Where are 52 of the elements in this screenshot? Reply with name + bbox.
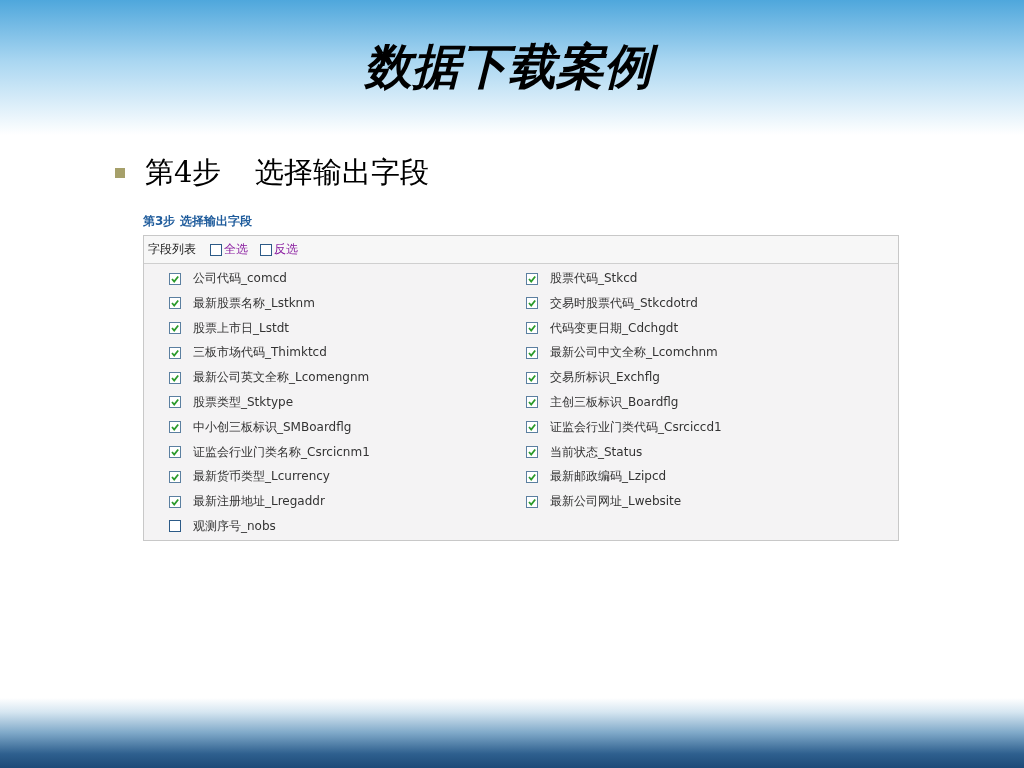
field-checkbox[interactable] bbox=[169, 396, 181, 409]
slide-title: 数据下载案例 bbox=[360, 36, 664, 99]
field-checkbox[interactable] bbox=[169, 446, 181, 459]
field-label: 最新注册地址_Lregaddr bbox=[193, 493, 325, 511]
field-label: 股票类型_Stktype bbox=[193, 394, 294, 411]
field-label: 股票上市日_Lstdt bbox=[193, 319, 289, 337]
field-label: 最新股票名称_Lstknm bbox=[193, 294, 315, 312]
select-all-link[interactable]: 全选 bbox=[224, 241, 248, 258]
field-checkbox[interactable] bbox=[526, 322, 538, 335]
field-label: 公司代码_comcd bbox=[193, 270, 287, 287]
field-checkbox[interactable] bbox=[526, 421, 538, 434]
bullet-text: 选择输出字段 bbox=[255, 154, 430, 191]
list-label: 字段列表 bbox=[148, 241, 196, 258]
field-checkbox[interactable] bbox=[169, 346, 181, 359]
field-checkbox[interactable] bbox=[169, 322, 181, 335]
field-label: 观测序号_nobs bbox=[193, 517, 276, 535]
field-label: 主创三板标识_Boardflg bbox=[550, 394, 679, 411]
field-checkbox[interactable] bbox=[526, 446, 538, 459]
field-checkbox[interactable] bbox=[169, 297, 181, 310]
invert-select-checkbox[interactable] bbox=[260, 243, 272, 256]
field-label: 交易所标识_Exchflg bbox=[550, 369, 660, 387]
field-label: 最新公司网址_Lwebsite bbox=[550, 493, 682, 511]
field-label: 最新公司英文全称_Lcomengnm bbox=[193, 369, 370, 387]
step-label: 第4步 bbox=[145, 154, 222, 191]
field-label: 当前状态_Status bbox=[550, 443, 643, 461]
field-checkbox[interactable] bbox=[169, 272, 181, 285]
field-checkbox[interactable] bbox=[526, 346, 538, 359]
field-checkbox[interactable] bbox=[526, 297, 538, 310]
field-label: 最新公司中文全称_Lcomchnm bbox=[550, 344, 718, 362]
select-all-checkbox[interactable] bbox=[210, 243, 222, 256]
bullet-icon bbox=[115, 168, 125, 178]
field-checkbox[interactable] bbox=[169, 421, 181, 434]
field-checkbox[interactable] bbox=[526, 396, 538, 409]
field-label: 最新货币类型_Lcurrency bbox=[193, 468, 330, 486]
field-checkbox[interactable] bbox=[526, 371, 538, 384]
field-label: 交易时股票代码_Stkcdotrd bbox=[550, 294, 698, 312]
field-label: 证监会行业门类代码_Csrciccd1 bbox=[550, 418, 722, 436]
field-checkbox[interactable] bbox=[526, 495, 538, 508]
panel-title: 第3步 选择输出字段 bbox=[143, 213, 253, 230]
field-label: 代码变更日期_Cdchgdt bbox=[550, 319, 679, 337]
field-checkbox[interactable] bbox=[526, 470, 538, 483]
field-checkbox[interactable] bbox=[526, 272, 538, 285]
field-label: 证监会行业门类名称_Csrcicnm1 bbox=[193, 443, 370, 461]
field-label: 最新邮政编码_Lzipcd bbox=[550, 468, 667, 486]
field-checkbox[interactable] bbox=[169, 470, 181, 483]
field-checkbox[interactable] bbox=[169, 371, 181, 384]
field-label: 股票代码_Stkcd bbox=[550, 270, 638, 287]
field-checkbox[interactable] bbox=[169, 520, 181, 533]
field-checkbox[interactable] bbox=[169, 495, 181, 508]
field-label: 中小创三板标识_SMBoardflg bbox=[193, 418, 352, 436]
invert-select-link[interactable]: 反选 bbox=[274, 241, 298, 258]
field-label: 三板市场代码_Thimktcd bbox=[193, 344, 327, 362]
